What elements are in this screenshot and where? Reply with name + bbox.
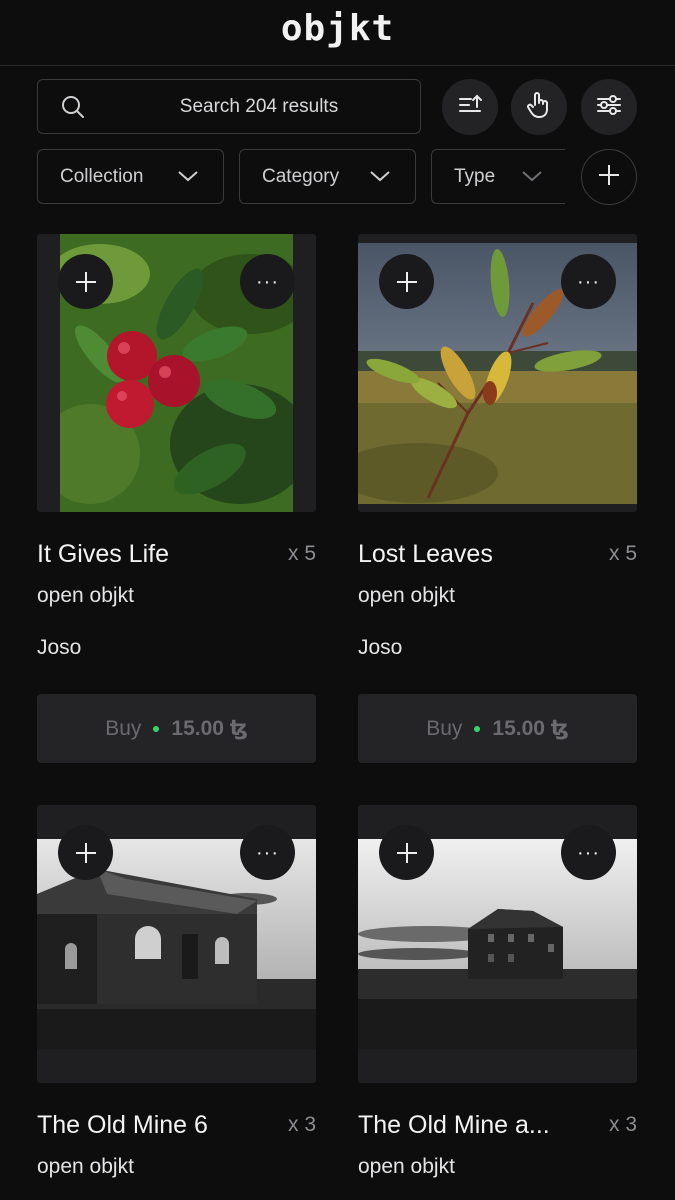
filter-type[interactable]: Type [431, 149, 565, 204]
ellipsis-icon: ··· [256, 270, 279, 293]
edition-count: x 5 [608, 542, 637, 565]
chevron-down-icon [370, 171, 390, 182]
status-dot [153, 725, 160, 732]
token-card[interactable]: ··· Lost Leaves x 5 open objkt Joso Buy … [358, 234, 637, 764]
settings-button[interactable] [581, 79, 637, 135]
ellipsis-icon: ··· [577, 841, 600, 864]
token-title[interactable]: It Gives Life [37, 540, 169, 569]
token-title[interactable]: The Old Mine 6 [37, 1111, 208, 1140]
plus-icon [396, 271, 417, 292]
filter-category[interactable]: Category [239, 149, 416, 204]
token-image[interactable]: ··· [37, 234, 316, 512]
buy-label: Buy [105, 716, 142, 740]
filter-label: Category [262, 165, 340, 187]
add-to-collection-button[interactable] [58, 254, 113, 309]
more-options-button[interactable]: ··· [240, 825, 295, 880]
objkt-logo[interactable]: objkt [0, 8, 675, 49]
token-title[interactable]: Lost Leaves [358, 540, 493, 569]
app-header: objkt [0, 0, 675, 66]
collection-name[interactable]: open objkt [358, 1155, 455, 1179]
token-card[interactable]: ··· It Gives Life x 5 open objkt Joso Bu… [37, 234, 316, 764]
plus-icon [596, 162, 622, 193]
buy-button[interactable]: Buy 15.00 ꜩ [37, 694, 316, 763]
chevron-down-icon [522, 171, 542, 182]
more-options-button[interactable]: ··· [240, 254, 295, 309]
plus-icon [75, 842, 96, 863]
buy-label: Buy [426, 716, 463, 740]
hand-pointer-icon [525, 90, 553, 125]
token-image[interactable]: ··· [37, 805, 316, 1083]
price-label: 15.00 ꜩ [171, 717, 248, 740]
filter-label: Type [454, 165, 496, 187]
token-card[interactable]: ··· The Old Mine 6 x 3 open objkt [37, 805, 316, 1200]
add-to-collection-button[interactable] [58, 825, 113, 880]
status-dot [474, 725, 481, 732]
add-filter-button[interactable] [581, 149, 637, 205]
sort-ascending-icon [456, 91, 484, 124]
more-options-button[interactable]: ··· [561, 825, 616, 880]
artist-name[interactable]: Joso [37, 636, 81, 660]
token-image[interactable]: ··· [358, 234, 637, 512]
filter-label: Collection [60, 165, 144, 187]
collection-name[interactable]: open objkt [358, 584, 455, 608]
plus-icon [75, 271, 96, 292]
search-icon [60, 94, 86, 125]
plus-icon [396, 842, 417, 863]
ellipsis-icon: ··· [256, 841, 279, 864]
edition-count: x 5 [287, 542, 316, 565]
search-placeholder: Search 204 results [179, 96, 339, 117]
add-to-collection-button[interactable] [379, 254, 434, 309]
collection-name[interactable]: open objkt [37, 584, 134, 608]
ellipsis-icon: ··· [577, 270, 600, 293]
sort-button[interactable] [442, 79, 498, 135]
edition-count: x 3 [608, 1113, 637, 1136]
gesture-button[interactable] [511, 79, 567, 135]
artist-name[interactable]: Joso [358, 636, 402, 660]
buy-button[interactable]: Buy 15.00 ꜩ [358, 694, 637, 763]
edition-count: x 3 [287, 1113, 316, 1136]
filter-collection[interactable]: Collection [37, 149, 224, 204]
collection-name[interactable]: open objkt [37, 1155, 134, 1179]
sliders-icon [595, 91, 623, 124]
token-image[interactable]: ··· [358, 805, 637, 1083]
price-label: 15.00 ꜩ [492, 717, 569, 740]
more-options-button[interactable]: ··· [561, 254, 616, 309]
search-input[interactable]: Search 204 results [37, 79, 421, 134]
add-to-collection-button[interactable] [379, 825, 434, 880]
chevron-down-icon [178, 171, 198, 182]
token-card[interactable]: ··· The Old Mine a... x 3 open objkt [358, 805, 637, 1200]
token-title[interactable]: The Old Mine a... [358, 1111, 550, 1140]
